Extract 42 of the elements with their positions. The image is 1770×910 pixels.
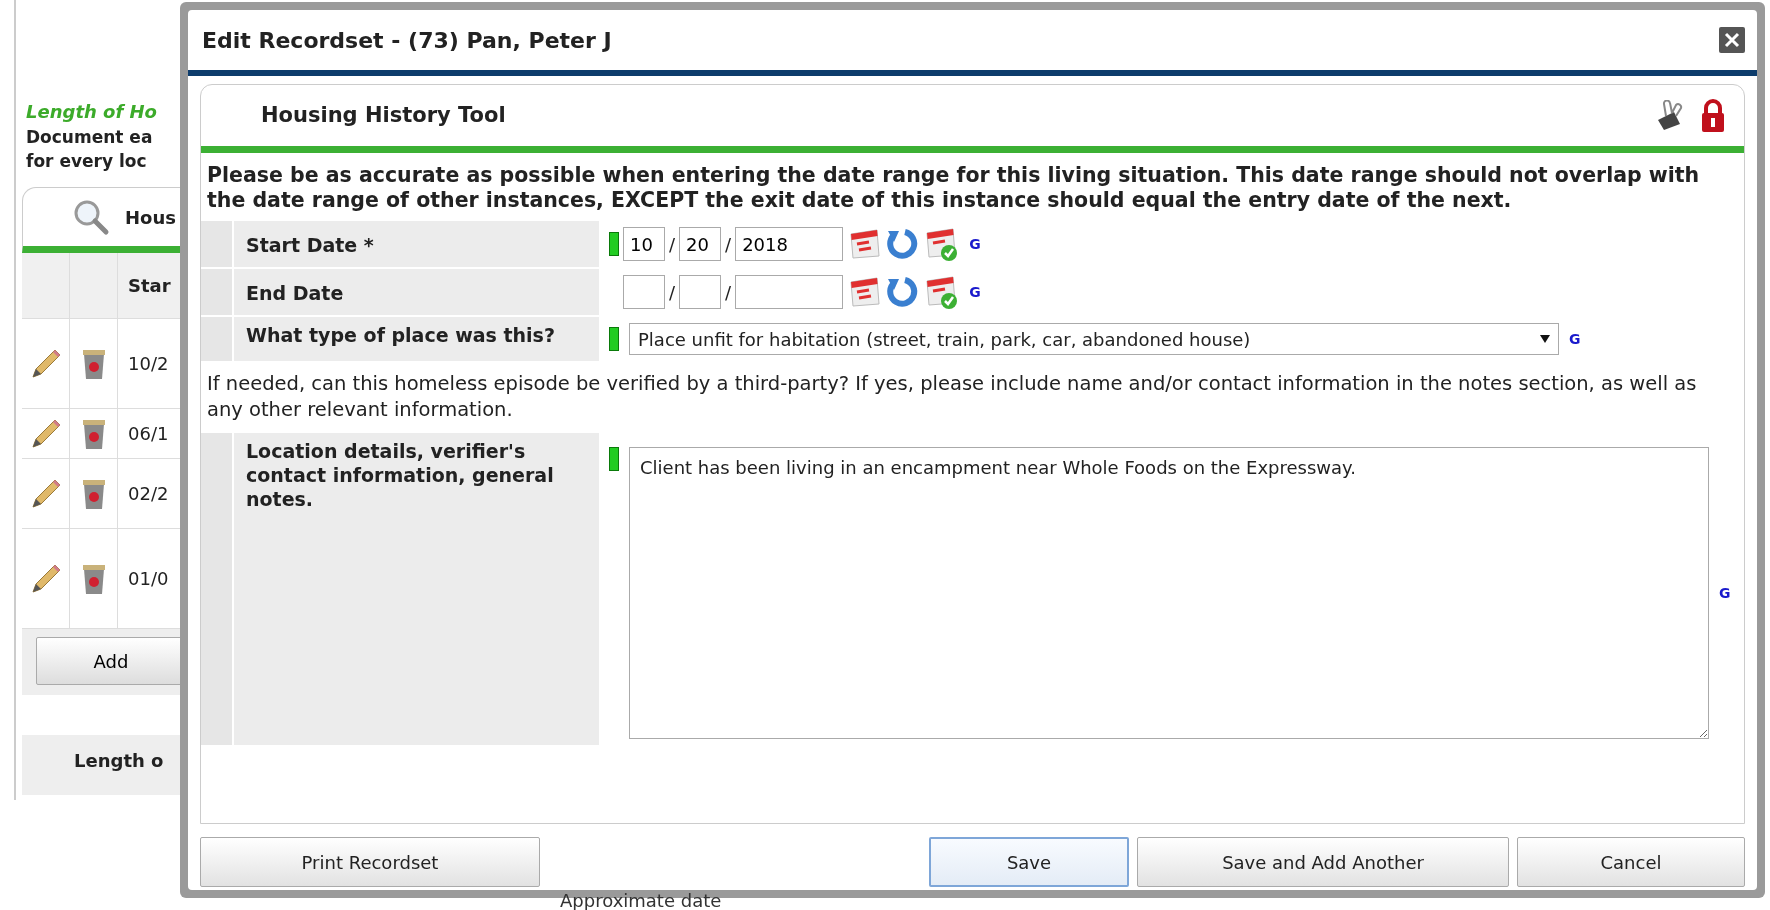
- day-field[interactable]: [679, 275, 722, 309]
- window-title: Edit Recordset - (73) Pan, Peter J: [202, 26, 612, 55]
- separator: /: [725, 232, 732, 257]
- instruction-text: for every loc: [25, 150, 148, 173]
- refresh-icon[interactable]: [885, 275, 920, 309]
- year-field[interactable]: [735, 275, 844, 309]
- separator: /: [669, 280, 676, 305]
- notes-field[interactable]: Client has been living in an encampment near Whole Foods on the Expressway.: [629, 447, 1709, 739]
- row-label: Approximate date: [560, 892, 722, 910]
- lock-icon[interactable]: [1700, 98, 1726, 133]
- day-field[interactable]: 20: [679, 227, 722, 261]
- calendar-check-icon[interactable]: [923, 275, 960, 309]
- dialog-button[interactable]: Save and Add Another: [1137, 837, 1509, 887]
- instruction-text: Please be as accurate as possible when entering the date range for this living situation. This date range should not overlap with the date range of other instances, EXCEPT the exit date of this instance should equal the entry date of the next.: [206, 162, 1701, 214]
- g-link[interactable]: G: [1719, 582, 1731, 604]
- calendar-check-icon[interactable]: [923, 227, 960, 261]
- panel-title: Housing History Tool: [261, 101, 506, 129]
- instruction-text: Document ea: [25, 126, 154, 149]
- section-title: Length of Ho: [25, 100, 158, 124]
- refresh-icon[interactable]: [885, 227, 920, 261]
- dialog-button[interactable]: Save: [929, 837, 1129, 887]
- tab[interactable]: Hous: [125, 203, 176, 231]
- field-label: Start Date *: [234, 221, 599, 267]
- calendar-icon[interactable]: [847, 228, 882, 260]
- field-label: What type of place was this?: [234, 317, 599, 361]
- close-icon: [1723, 31, 1741, 49]
- separator: /: [669, 232, 676, 257]
- field-label: End Date: [234, 269, 599, 315]
- month-field[interactable]: 10: [623, 227, 665, 261]
- close-button[interactable]: [1719, 27, 1745, 53]
- dialog-button[interactable]: Cancel: [1517, 837, 1745, 887]
- calendar-icon[interactable]: [847, 276, 882, 308]
- g-link[interactable]: G: [1569, 328, 1581, 350]
- dropdown[interactable]: Place unfit for habitation (street, train, park, car, abandoned house): [629, 323, 1559, 355]
- separator: /: [725, 280, 732, 305]
- g-link[interactable]: G: [969, 233, 981, 255]
- dialog-button[interactable]: Print Recordset: [200, 837, 540, 887]
- month-field[interactable]: [623, 275, 665, 309]
- year-field[interactable]: 2018: [735, 227, 844, 261]
- g-link[interactable]: G: [969, 281, 981, 303]
- field-label: Location details, verifier's contact information, general notes.: [234, 433, 599, 745]
- caret-icon: [1540, 334, 1550, 344]
